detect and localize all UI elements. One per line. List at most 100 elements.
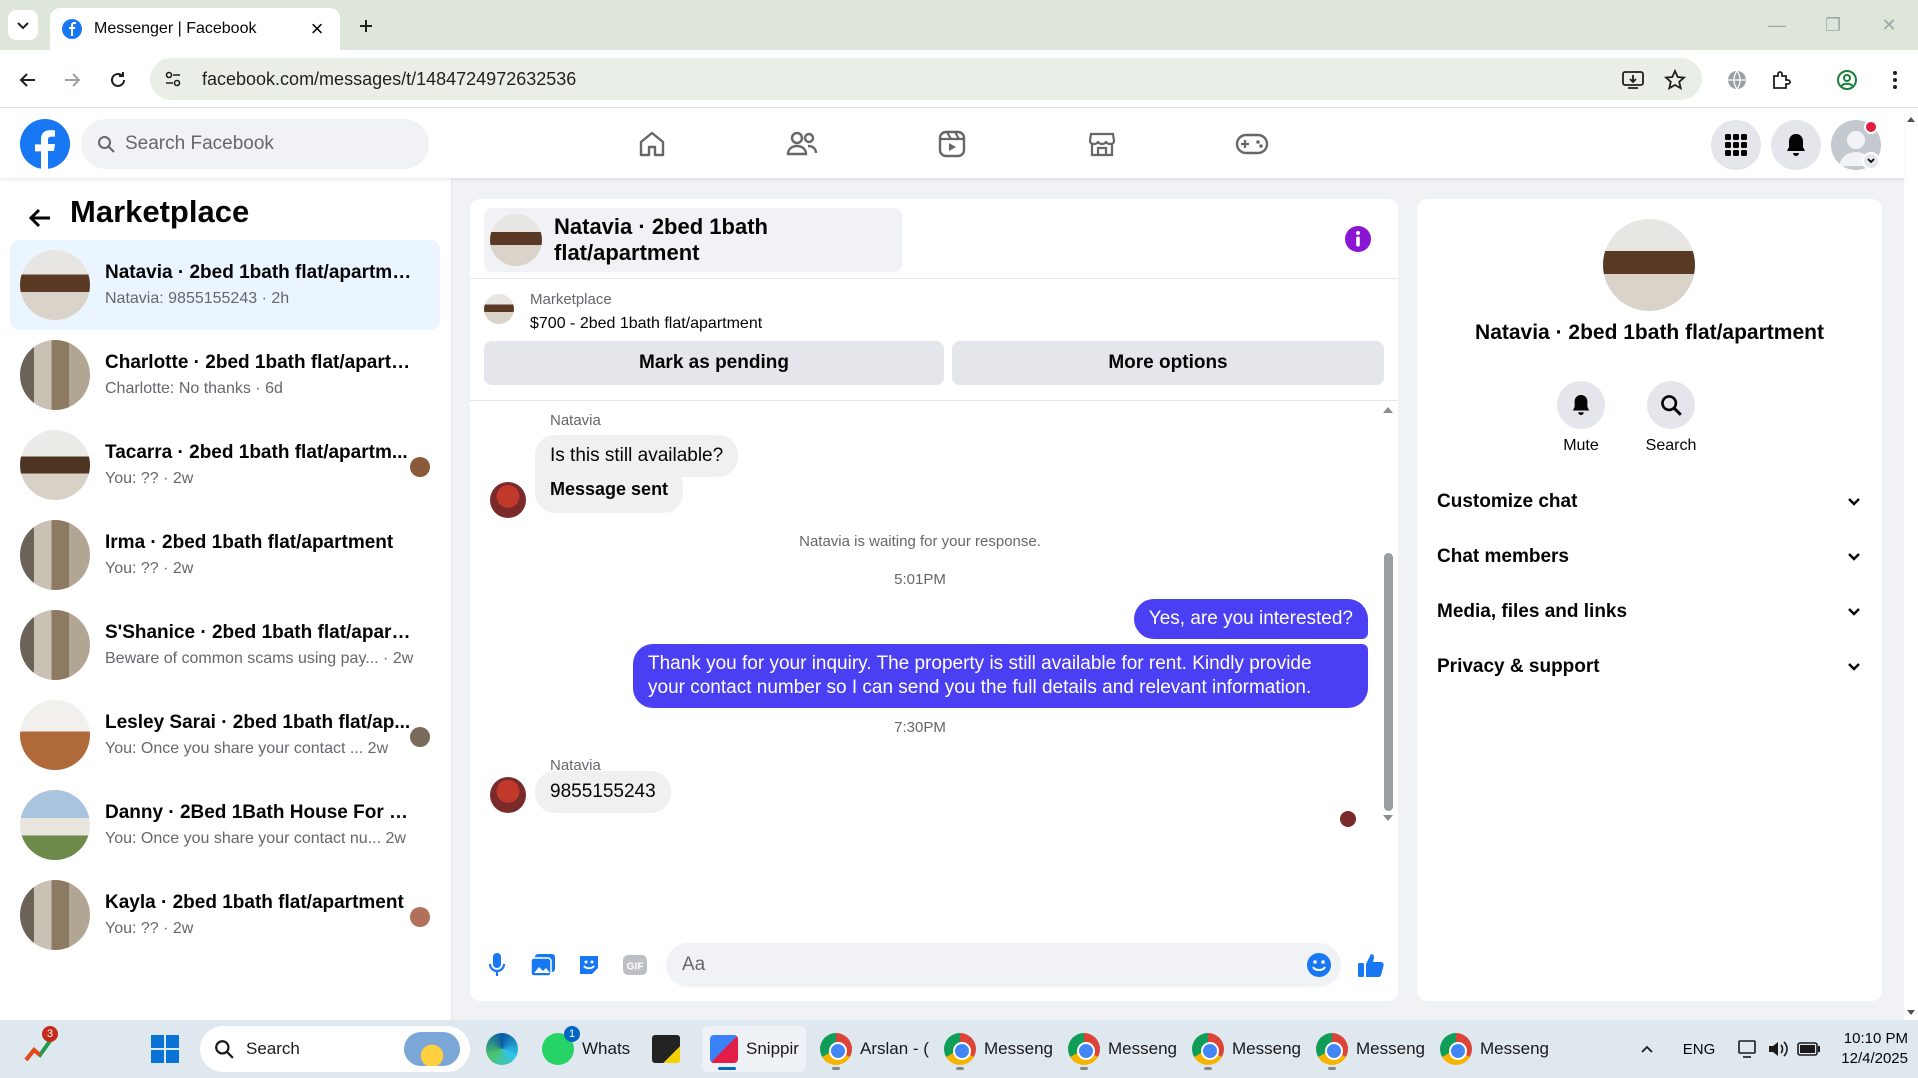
clock[interactable]: 10:10 PM 12/4/2025: [1841, 1029, 1908, 1069]
chrome-icon: [944, 1033, 976, 1065]
chrome-window[interactable]: Messeng: [944, 1026, 1053, 1072]
privacy-support-section[interactable]: Privacy & support: [1437, 644, 1862, 690]
chrome-window[interactable]: Arslan - (: [820, 1026, 929, 1072]
message-bubble-incoming[interactable]: 9855155243: [535, 771, 671, 813]
tab-search-button[interactable]: [8, 10, 38, 40]
message-scrollbar[interactable]: [1380, 401, 1396, 931]
snipping-tool-app[interactable]: Snippir: [702, 1026, 806, 1072]
mute-label: Mute: [1563, 437, 1599, 454]
url-bar[interactable]: facebook.com/messages/t/1484724972632536: [150, 58, 1702, 100]
bell-icon: [1572, 395, 1590, 415]
volume-icon[interactable]: [1767, 1039, 1789, 1059]
mic-icon[interactable]: [482, 950, 512, 980]
chat-title-button[interactable]: Natavia · 2bed 1bath flat/apartment: [484, 208, 902, 272]
restore-button[interactable]: ❐: [1818, 12, 1848, 38]
friends-icon[interactable]: [782, 124, 822, 164]
message-composer: GIF: [470, 930, 1398, 1001]
message-bubble-outgoing[interactable]: Thank you for your inquiry. The property…: [633, 644, 1368, 708]
chrome-window[interactable]: Messeng: [1068, 1026, 1177, 1072]
message-input[interactable]: [666, 943, 1341, 987]
back-button[interactable]: [12, 64, 44, 96]
chevron-down-icon: [1867, 158, 1875, 164]
conversation-item[interactable]: Kayla · 2bed 1bath flat/apartment You: ??…: [10, 870, 440, 960]
mute-button[interactable]: Mute: [1541, 381, 1621, 455]
chrome-window[interactable]: Messeng: [1440, 1026, 1549, 1072]
system-tray: ENG 10:10 PM 12/4/2025: [1639, 1020, 1908, 1078]
conversation-preview: You: Once you share your contact ... 2w: [105, 740, 389, 757]
listing-thumbnail: [20, 880, 90, 950]
forward-button[interactable]: [56, 64, 88, 96]
notifications-button[interactable]: [1771, 120, 1821, 170]
whatsapp-app[interactable]: 1 Whats: [542, 1026, 630, 1072]
video-icon[interactable]: [932, 124, 972, 164]
conversation-item[interactable]: S'Shanice · 2bed 1bath flat/apartm... Bew…: [10, 600, 440, 690]
windows-icon: [151, 1035, 179, 1063]
window-close-button[interactable]: ✕: [1874, 12, 1904, 38]
marketplace-listing[interactable]: Marketplace $700 - 2bed 1bath flat/apart…: [484, 291, 1384, 337]
conversation-item[interactable]: Lesley Sarai · 2bed 1bath flat/ap... You:…: [10, 690, 440, 780]
media-files-links-section[interactable]: Media, files and links: [1437, 589, 1862, 635]
running-indicator: [832, 1067, 840, 1070]
chat-members-section[interactable]: Chat members: [1437, 534, 1862, 580]
chrome-window[interactable]: Messeng: [1192, 1026, 1301, 1072]
minimize-button[interactable]: —: [1762, 12, 1792, 38]
chat-panel: Natavia · 2bed 1bath flat/apartment Mark…: [470, 199, 1398, 1001]
conversation-name: Lesley Sarai · 2bed 1bath flat/ap...: [105, 712, 411, 733]
globe-icon[interactable]: [1722, 65, 1752, 95]
back-button[interactable]: [22, 200, 58, 236]
emoji-icon[interactable]: [1304, 950, 1334, 980]
thumbs-up-icon[interactable]: [1356, 950, 1386, 980]
language-indicator[interactable]: ENG: [1683, 1041, 1716, 1058]
photo-icon[interactable]: [528, 950, 558, 980]
browser-tab[interactable]: Messenger | Facebook ×: [50, 8, 340, 50]
page-scrollbar[interactable]: [1904, 108, 1918, 1020]
conversation-item[interactable]: Danny · 2Bed 1Bath House For Rent You: On…: [10, 780, 440, 870]
account-chevron[interactable]: [1862, 152, 1880, 170]
more-options-button[interactable]: More options: [952, 341, 1384, 385]
taskbar-search[interactable]: Search: [200, 1026, 470, 1072]
seen-avatar: [410, 457, 430, 477]
sticker-icon[interactable]: [574, 950, 604, 980]
profile-icon[interactable]: [1832, 65, 1862, 95]
listing-thumbnail: [20, 340, 90, 410]
close-icon[interactable]: ×: [306, 16, 328, 41]
star-icon[interactable]: [1660, 65, 1690, 95]
start-button[interactable]: [150, 1026, 180, 1072]
facebook-icon[interactable]: [20, 119, 70, 169]
battery-icon[interactable]: [1797, 1042, 1821, 1056]
sticky-notes-app[interactable]: [652, 1026, 688, 1072]
search-in-conversation-button[interactable]: Search: [1631, 381, 1711, 455]
reload-button[interactable]: [102, 64, 134, 96]
home-icon[interactable]: [632, 124, 672, 164]
customize-chat-section[interactable]: Customize chat: [1437, 479, 1862, 525]
conversation-item[interactable]: Tacarra · 2bed 1bath flat/apartm... You: …: [10, 420, 440, 510]
edge-app[interactable]: [486, 1026, 526, 1072]
chrome-icon: [1440, 1033, 1472, 1065]
facebook-search-input[interactable]: Search Facebook: [81, 119, 429, 169]
conversation-name: Charlotte · 2bed 1bath flat/apartm...: [105, 352, 415, 373]
scrollbar-thumb[interactable]: [1384, 553, 1393, 811]
network-icon[interactable]: [1737, 1039, 1759, 1059]
conversation-item[interactable]: Irma · 2bed 1bath flat/apartment You: ?? …: [10, 510, 440, 600]
message-bubble-outgoing[interactable]: Yes, are you interested?: [1133, 599, 1368, 639]
seen-avatar: [410, 727, 430, 747]
marketplace-icon[interactable]: [1082, 124, 1122, 164]
conversation-item[interactable]: Charlotte · 2bed 1bath flat/apartm... Cha…: [10, 330, 440, 420]
new-tab-button[interactable]: [352, 12, 380, 40]
info-icon[interactable]: [1344, 225, 1372, 253]
widgets-button[interactable]: 3: [24, 1026, 58, 1072]
conversation-item[interactable]: Natavia · 2bed 1bath flat/apartment Natav…: [10, 240, 440, 330]
app-label: Messeng: [1232, 1039, 1301, 1058]
install-icon[interactable]: [1618, 65, 1648, 95]
kebab-icon[interactable]: [1880, 65, 1910, 95]
extensions-icon[interactable]: [1766, 65, 1796, 95]
listing-thumbnail: [20, 610, 90, 680]
mark-as-pending-button[interactable]: Mark as pending: [484, 341, 944, 385]
message-bubble-incoming[interactable]: Message sent: [535, 465, 684, 513]
menu-button[interactable]: [1711, 120, 1761, 170]
chrome-window[interactable]: Messeng: [1316, 1026, 1425, 1072]
site-info-icon[interactable]: [164, 70, 182, 88]
chevron-up-icon[interactable]: [1639, 1041, 1655, 1057]
gif-icon[interactable]: GIF: [620, 950, 650, 980]
gaming-icon[interactable]: [1232, 124, 1272, 164]
